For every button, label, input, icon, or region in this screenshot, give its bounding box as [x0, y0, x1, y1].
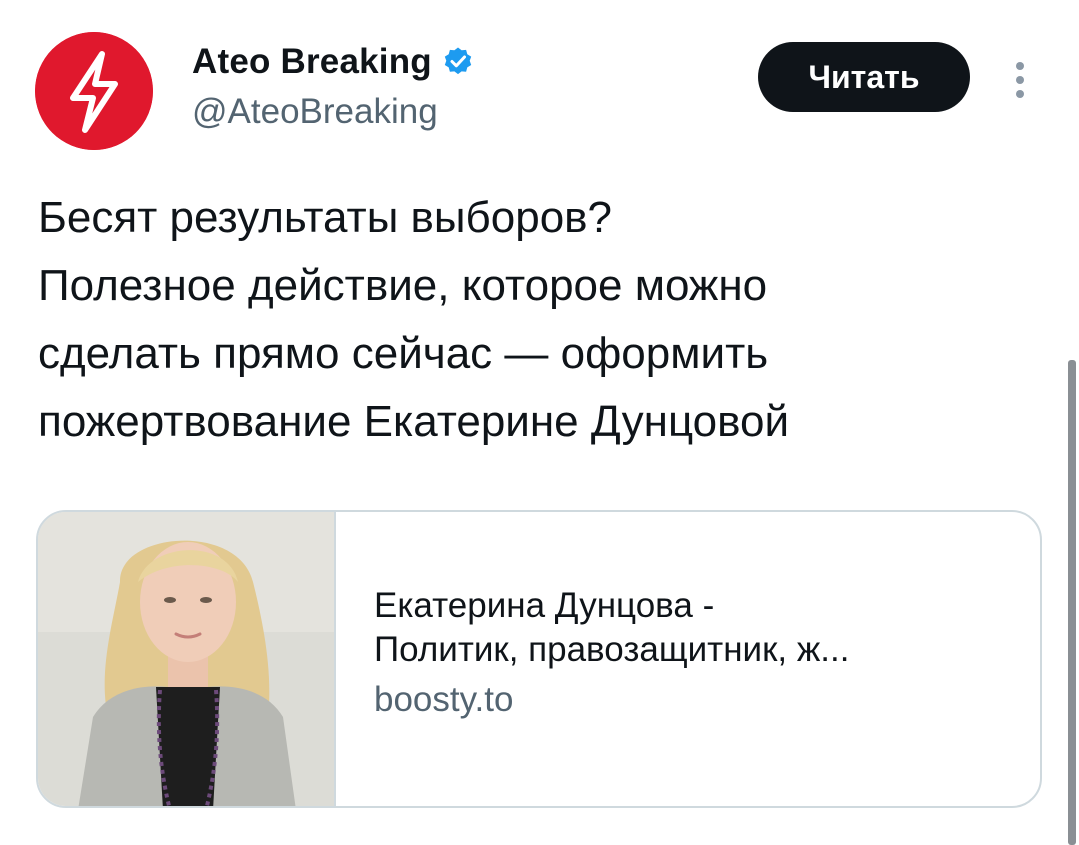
- vertical-ellipsis-icon[interactable]: [1010, 60, 1030, 100]
- link-card-title-line1: Екатерина Дунцова -: [374, 586, 715, 625]
- lightning-bolt-icon: [35, 32, 153, 150]
- author-info: Ateo Breaking @AteoBreaking: [192, 40, 474, 132]
- verified-badge-icon: [442, 46, 474, 78]
- link-card-image: [38, 512, 336, 806]
- author-handle[interactable]: @AteoBreaking: [192, 92, 474, 132]
- tweet-text: Бесят результаты выборов? Полезное дейст…: [38, 193, 790, 446]
- link-card-title-line2: Политик, правозащитник, ж...: [374, 630, 850, 669]
- author-display-name[interactable]: Ateo Breaking: [192, 42, 432, 82]
- follow-button[interactable]: Читать: [758, 42, 970, 112]
- link-card[interactable]: Екатерина Дунцова - Политик, правозащитн…: [36, 510, 1042, 808]
- scrollbar[interactable]: [1068, 360, 1076, 845]
- link-card-body: Екатерина Дунцова - Политик, правозащитн…: [374, 584, 1014, 722]
- author-avatar[interactable]: [35, 32, 153, 150]
- link-card-domain: boosty.to: [374, 680, 514, 719]
